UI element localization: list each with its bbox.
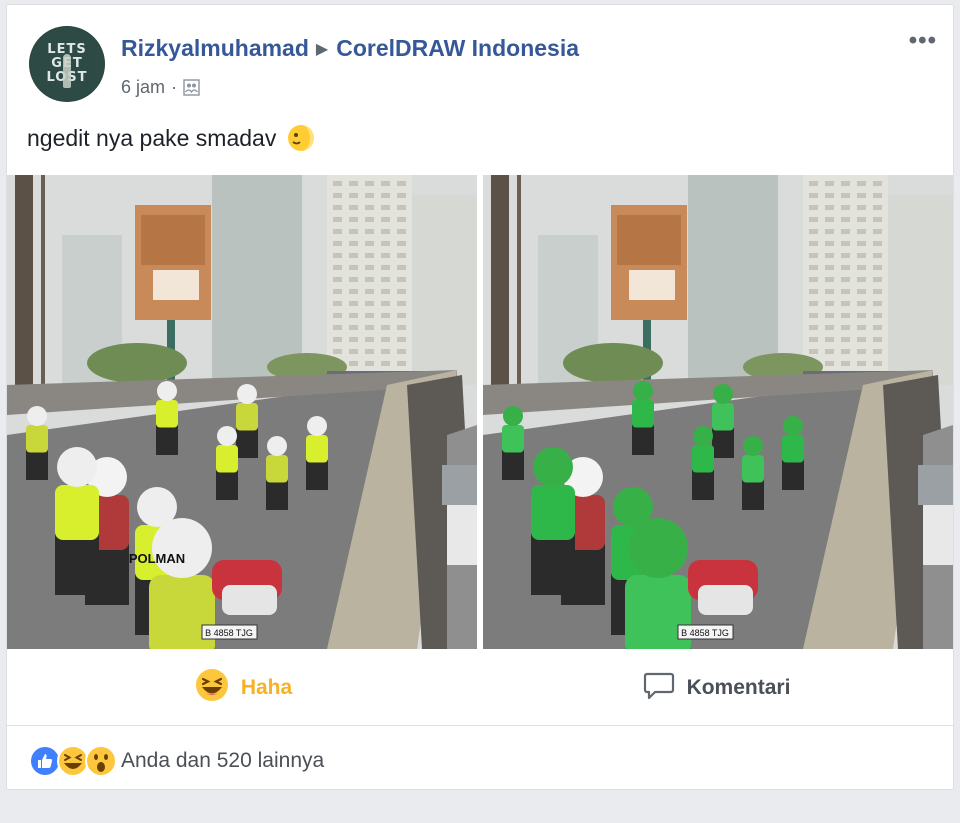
avatar[interactable]: LETS GET LOST	[29, 26, 105, 102]
avatar-figure	[63, 54, 71, 88]
post-timestamp[interactable]: 6 jam	[121, 77, 165, 98]
comment-bubble-icon	[643, 669, 675, 707]
original-photo[interactable]: B 4858 TJG POLMAN	[7, 175, 477, 649]
group-audience-icon[interactable]	[183, 79, 200, 96]
svg-text:B 4858 TJG: B 4858 TJG	[681, 628, 729, 638]
post-photos: B 4858 TJG POLMAN B 4858 TJG	[7, 175, 953, 649]
more-options-button[interactable]: •••	[909, 29, 937, 53]
triangle-right-icon: ▶	[315, 40, 329, 58]
post-header: Rizkyalmuhamad ▶ CorelDRAW Indonesia	[121, 35, 579, 62]
comment-button[interactable]: Komentari	[480, 651, 953, 725]
haha-label: Haha	[240, 676, 293, 699]
svg-text:POLMAN: POLMAN	[129, 551, 185, 566]
original-photo-scene: B 4858 TJG POLMAN	[7, 175, 477, 649]
wow-icon	[85, 745, 117, 777]
reaction-summary-text[interactable]: Anda dan 520 lainnya	[121, 749, 324, 773]
post-action-bar: Haha Komentari	[7, 651, 953, 726]
post-message: ngedit nya pake smadav	[27, 123, 316, 153]
post-card: LETS GET LOST Rizkyalmuhamad ▶ CorelDRAW…	[6, 4, 954, 790]
group-name-link[interactable]: CorelDRAW Indonesia	[336, 35, 579, 62]
edited-photo-scene: B 4858 TJG	[483, 175, 953, 649]
haha-icon	[195, 668, 229, 708]
svg-text:B 4858 TJG: B 4858 TJG	[205, 628, 253, 638]
author-name-link[interactable]: Rizkyalmuhamad	[121, 35, 309, 62]
comment-label: Komentari	[686, 676, 791, 699]
moon-face-emoji	[286, 123, 316, 153]
reaction-icons	[29, 745, 117, 777]
haha-reaction-button[interactable]: Haha	[7, 651, 480, 725]
reaction-summary[interactable]: Anda dan 520 lainnya	[29, 743, 324, 779]
post-message-text: ngedit nya pake smadav	[27, 124, 277, 151]
post-meta: 6 jam ·	[121, 77, 200, 98]
edited-photo[interactable]: B 4858 TJG	[483, 175, 953, 649]
meta-separator: ·	[171, 77, 178, 97]
